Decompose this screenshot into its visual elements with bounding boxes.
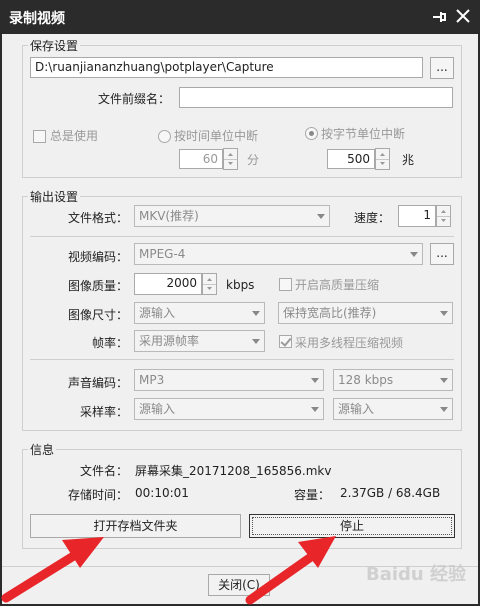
time-value-input[interactable]: 60: [179, 149, 223, 169]
close-icon[interactable]: [454, 7, 472, 25]
close-button[interactable]: 关闭(C): [208, 574, 270, 596]
sample-rate-label: 采样率：: [79, 405, 128, 419]
by-time-radio[interactable]: [158, 130, 171, 143]
window-title: 录制视频: [9, 11, 65, 27]
format-label: 文件格式：: [67, 211, 128, 225]
video-codec-label: 视频编码：: [67, 250, 128, 264]
by-size-label: 按字节单位中断: [321, 127, 406, 141]
format-select-value: MKV(推荐): [139, 209, 199, 223]
size-spinner[interactable]: [375, 148, 390, 170]
watermark: Baidu 经验: [366, 564, 467, 585]
prefix-label: 文件前缀名：: [98, 92, 171, 106]
always-use-checkbox[interactable]: [33, 130, 46, 143]
stop-button[interactable]: 停止: [249, 514, 455, 538]
time-unit-label: 分: [247, 153, 260, 167]
sample-rate-select-2[interactable]: 源输入: [333, 398, 453, 420]
video-codec-select[interactable]: MPEG-4: [134, 243, 423, 265]
storage-time-label: 存储时间：: [67, 488, 128, 502]
by-time-label: 按时间单位中断: [174, 129, 259, 143]
save-settings-legend: 保存设置: [28, 37, 81, 54]
spin-down-icon[interactable]: [203, 284, 216, 294]
spin-down-icon[interactable]: [376, 159, 389, 169]
title-bar: 录制视频: [0, 0, 480, 34]
sample-rate-value: 源输入: [139, 402, 176, 416]
chevron-down-icon: [311, 378, 319, 383]
by-size-radio[interactable]: [305, 127, 318, 140]
aspect-ratio-select[interactable]: 保持宽高比(推荐): [278, 302, 453, 324]
capacity-label: 容量：: [293, 488, 330, 502]
format-select[interactable]: MKV(推荐): [134, 205, 330, 227]
frame-rate-label: 帧率：: [91, 336, 128, 350]
frame-rate-select[interactable]: 采用源帧率: [134, 330, 265, 352]
time-spinner[interactable]: [223, 148, 238, 170]
chevron-down-icon: [440, 407, 448, 412]
multithread-label: 采用多线程压缩视频: [295, 336, 404, 350]
audio-bitrate-value: 128 kbps: [338, 373, 394, 387]
open-folder-button[interactable]: 打开存档文件夹: [30, 514, 241, 538]
output-divider-1: [30, 236, 454, 237]
aspect-ratio-value: 保持宽高比(推荐): [283, 306, 377, 320]
audio-bitrate-select[interactable]: 128 kbps: [333, 369, 453, 391]
audio-codec-value: MP3: [139, 373, 165, 387]
filename-label: 文件名：: [79, 464, 128, 478]
chevron-down-icon: [317, 214, 325, 219]
size-unit-label: 兆: [402, 153, 415, 167]
output-settings-legend: 输出设置: [28, 188, 81, 205]
chevron-down-icon: [311, 407, 319, 412]
video-codec-value: MPEG-4: [139, 247, 186, 261]
chevron-down-icon: [252, 311, 260, 316]
quality-input[interactable]: 2000: [134, 273, 202, 295]
capacity-value: 2.37GB / 68.4GB: [340, 486, 441, 500]
speed-spinner[interactable]: [436, 205, 451, 227]
audio-codec-label: 声音编码：: [67, 376, 128, 390]
image-size-value: 源输入: [139, 306, 176, 320]
pin-icon[interactable]: [430, 8, 446, 26]
multithread-checkbox[interactable]: [279, 335, 292, 348]
speed-label: 速度：: [353, 211, 390, 225]
info-legend: 信息: [28, 441, 57, 458]
frame-rate-value: 采用源帧率: [139, 334, 200, 348]
quality-label: 图像质量：: [67, 279, 128, 293]
quality-spinner[interactable]: [202, 273, 217, 295]
codec-settings-button[interactable]: ...: [430, 243, 454, 265]
prefix-input[interactable]: [179, 87, 453, 108]
hq-compress-checkbox[interactable]: [279, 278, 292, 291]
chevron-down-icon: [410, 252, 418, 257]
spin-down-icon[interactable]: [224, 159, 237, 169]
storage-time-value: 00:10:01: [135, 486, 189, 500]
browse-path-button[interactable]: ...: [430, 57, 454, 79]
output-divider-2: [30, 359, 454, 360]
filename-value: 屏幕采集_20171208_165856.mkv: [135, 464, 332, 478]
always-use-label: 总是使用: [50, 129, 99, 143]
chevron-down-icon: [440, 378, 448, 383]
hq-compress-label: 开启高质量压缩: [295, 278, 380, 292]
spin-down-icon[interactable]: [437, 216, 450, 226]
sample-rate-select[interactable]: 源输入: [134, 398, 324, 420]
speed-input[interactable]: 1: [398, 205, 436, 227]
audio-codec-select[interactable]: MP3: [134, 369, 324, 391]
image-size-label: 图像尺寸：: [67, 308, 128, 322]
image-size-select[interactable]: 源输入: [134, 302, 265, 324]
chevron-down-icon: [252, 339, 260, 344]
quality-unit-label: kbps: [226, 278, 255, 292]
chevron-down-icon: [440, 311, 448, 316]
save-path-input[interactable]: D:\ruanjiananzhuang\potplayer\Capture: [30, 57, 423, 78]
size-value-input[interactable]: 500: [327, 149, 375, 169]
sample-rate-value-2: 源输入: [338, 402, 375, 416]
